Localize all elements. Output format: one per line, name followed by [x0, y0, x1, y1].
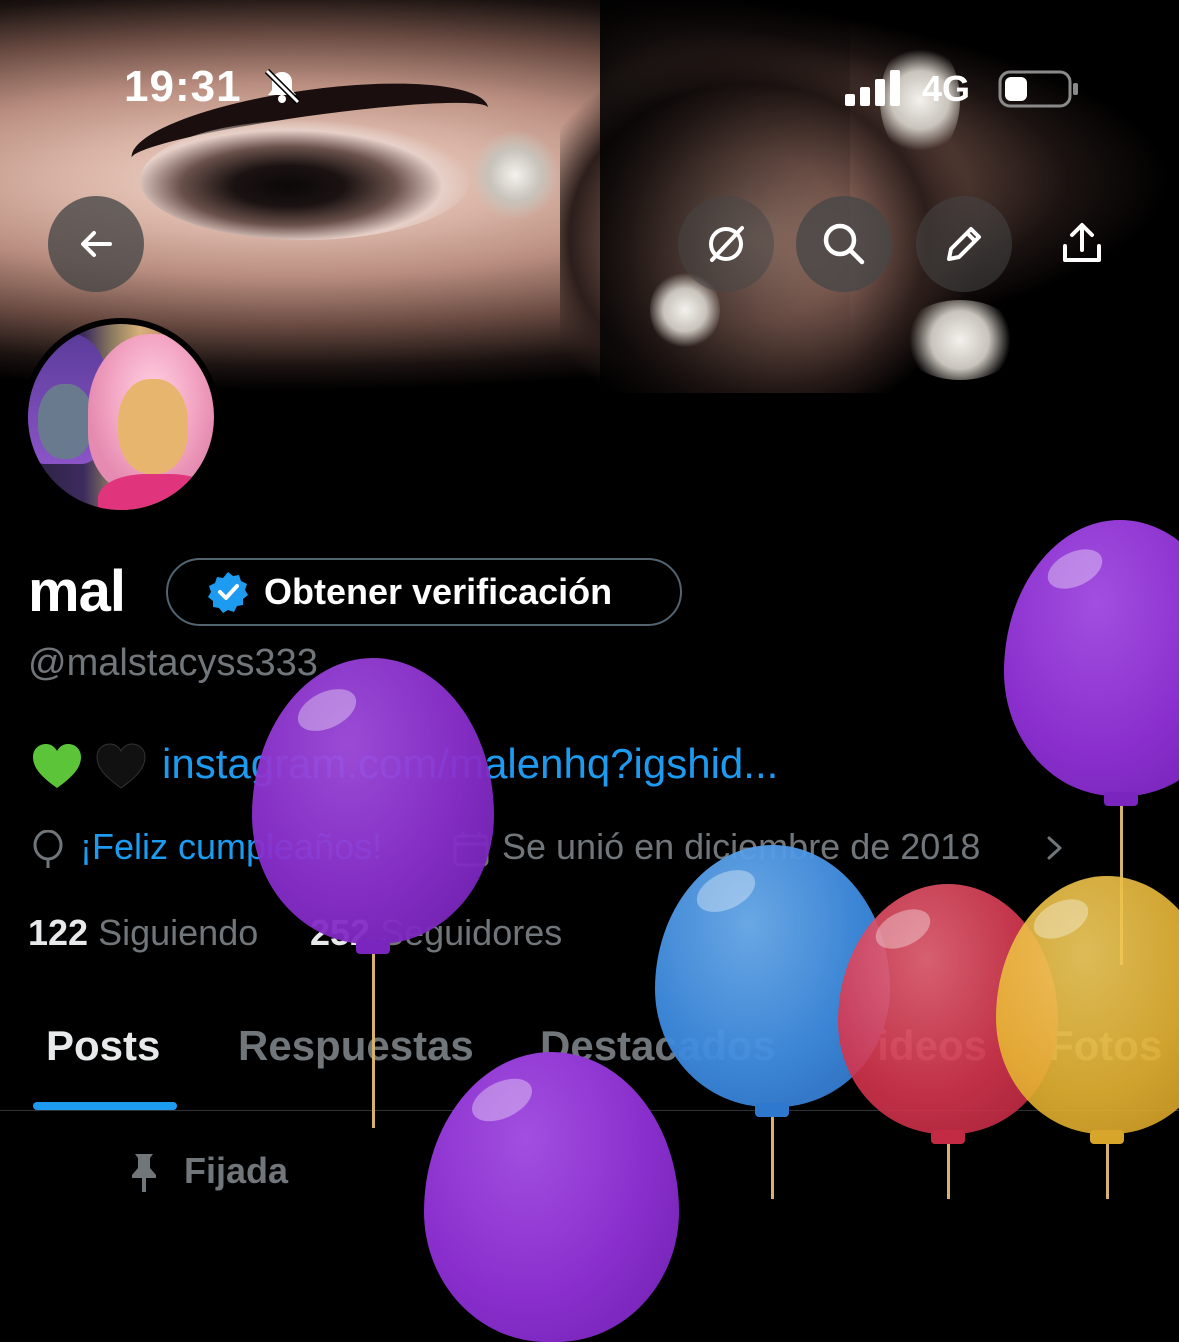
following-count: 122 [28, 912, 89, 953]
tab-highlights[interactable]: Destacados [540, 1022, 776, 1070]
black-heart-icon [96, 743, 146, 789]
grok-button[interactable] [678, 196, 774, 292]
tab-posts[interactable]: Posts [46, 1022, 160, 1070]
avatar-art [38, 384, 93, 459]
avatar[interactable] [22, 318, 220, 516]
followers-link[interactable]: 252 Seguidores [310, 912, 562, 954]
active-tab-indicator [33, 1102, 177, 1110]
avatar-art [118, 379, 188, 474]
search-button[interactable] [796, 196, 892, 292]
followers-count: 252 [310, 912, 371, 953]
banner-art [140, 120, 470, 240]
get-verified-label: Obtener verificación [264, 571, 613, 612]
get-verified-button[interactable]: Obtener verificación [166, 558, 682, 626]
calendar-icon [453, 832, 489, 867]
tab-replies[interactable]: Respuestas [238, 1022, 474, 1070]
tab-videos[interactable]: Videos [850, 1022, 987, 1070]
joined-date[interactable]: Se unió en diciembre de 2018 [502, 826, 980, 868]
balloon-decoration [424, 1052, 679, 1342]
birthday-text: ¡Feliz cumpleaños! [80, 826, 383, 867]
following-label: Siguiendo [98, 912, 259, 953]
followers-label: Seguidores [380, 912, 563, 953]
network-label: 4G [922, 68, 971, 109]
status-time: 19:31 [124, 62, 242, 111]
signal-bars-icon [845, 70, 900, 106]
chevron-right-icon [1047, 836, 1062, 860]
divider [0, 1110, 1179, 1111]
handle: @malstacyss333 [28, 642, 318, 684]
banner-art [470, 130, 560, 220]
pinned-label: Fijada [184, 1150, 289, 1191]
grok-icon [709, 226, 744, 262]
tab-photos[interactable]: Fotos [1048, 1022, 1162, 1070]
pin-icon [132, 1154, 156, 1192]
balloon-decoration [1004, 520, 1179, 965]
pencil-icon [947, 227, 981, 261]
back-arrow-icon [81, 231, 112, 257]
edit-button[interactable] [916, 196, 1012, 292]
share-icon [1063, 223, 1101, 262]
balloon-icon [33, 830, 63, 868]
battery-icon [998, 70, 1078, 108]
banner-art [900, 300, 1020, 380]
share-button[interactable] [1034, 196, 1130, 292]
following-link[interactable]: 122 Siguiendo [28, 912, 258, 954]
display-name: mal [28, 559, 126, 624]
profile-banner[interactable] [0, 0, 1179, 393]
back-button[interactable] [48, 196, 144, 292]
verified-badge-icon [208, 572, 248, 613]
avatar-art [98, 474, 214, 510]
search-icon [823, 223, 865, 265]
bell-slash-icon [264, 68, 301, 105]
green-heart-icon [33, 744, 81, 788]
bio-link[interactable]: instagram.com/malenhq?igshid... [162, 740, 778, 788]
